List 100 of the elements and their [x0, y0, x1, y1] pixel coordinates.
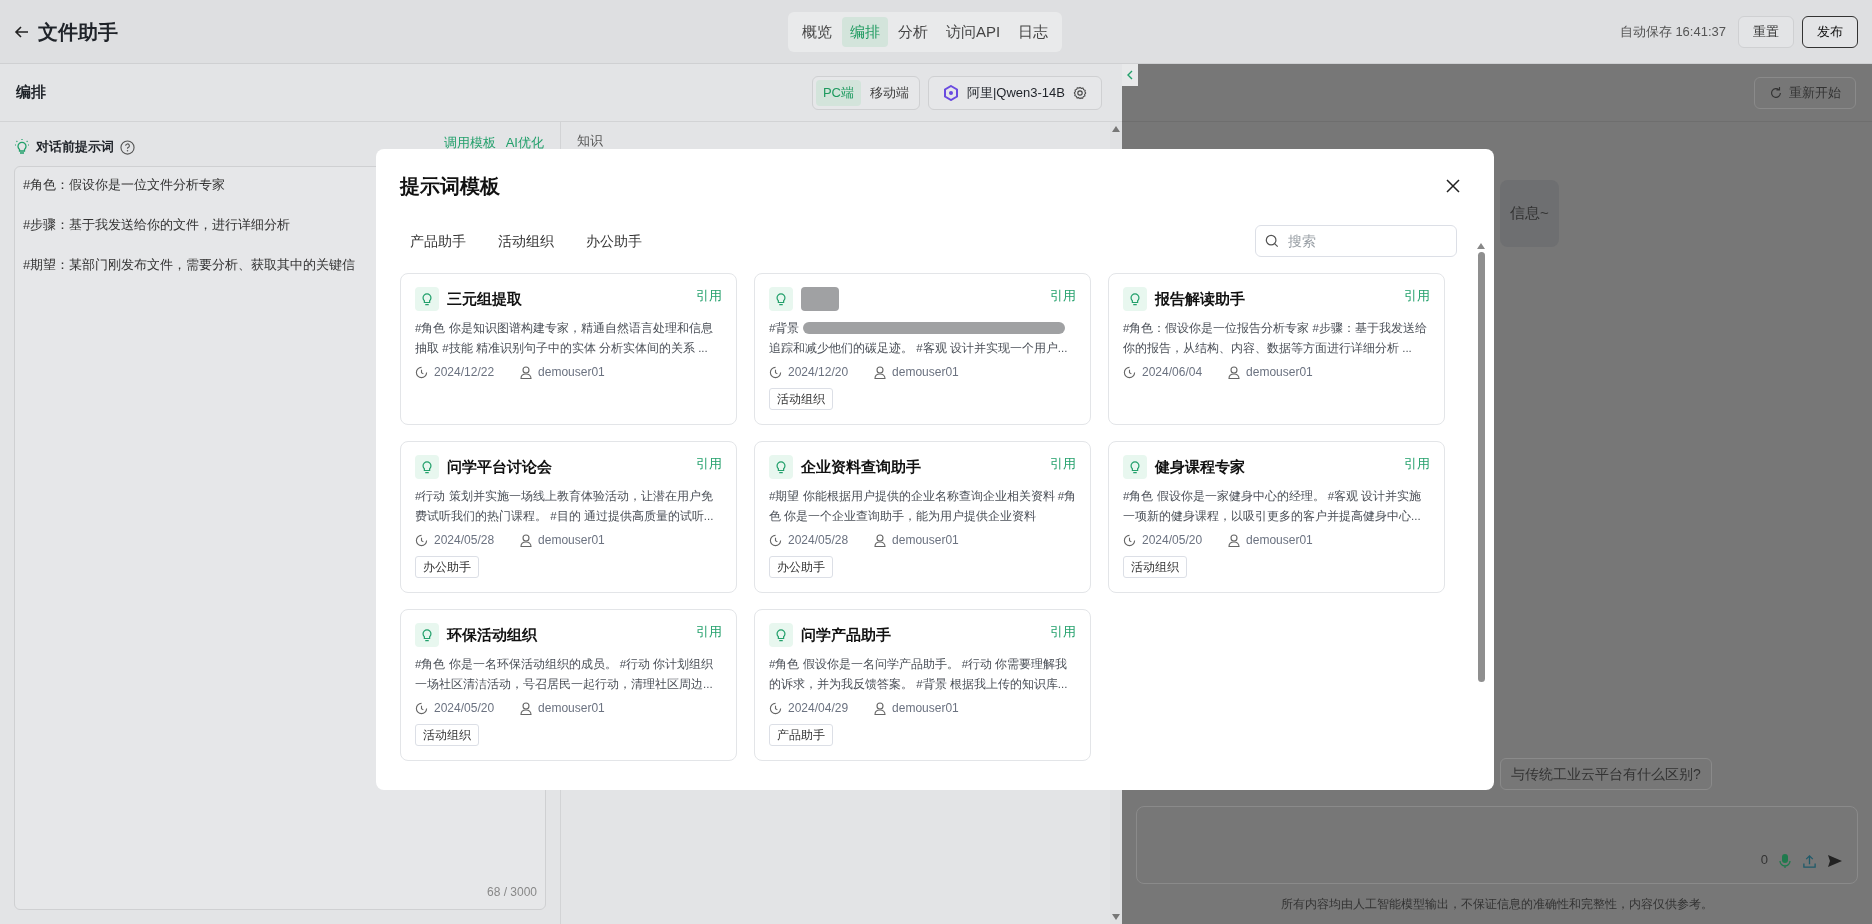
- clock-icon: [769, 701, 782, 715]
- use-link[interactable]: 引用: [1404, 454, 1430, 474]
- card-tag: 产品助手: [769, 724, 833, 746]
- category-tab[interactable]: 产品助手: [400, 225, 476, 257]
- clock-icon: [415, 533, 428, 547]
- back-arrow-icon[interactable]: [14, 23, 30, 40]
- user-icon: [520, 365, 533, 379]
- user-icon: [1228, 533, 1241, 547]
- user-icon: [520, 701, 533, 715]
- template-card[interactable]: 环保活动组织 引用 #角色 你是一名环保活动组织的成员。 #行动 你计划组织一场社区清洁活动，号召居民一起行动，清理社区周边... 2024/05/20 demouser01 活动组织: [400, 609, 737, 761]
- template-card[interactable]: 问学产品助手 引用 #角色 假设你是一名问学产品助手。 #行动 你需要理解我的诉求，并为我反馈答案。 #背景 根据我上传的知识库... 2024/04/29 demouser01 产品助手: [754, 609, 1091, 761]
- header-button[interactable]: 重置: [1738, 15, 1794, 48]
- card-description: #角色：假设你是一位报告分析专家 #步骤：基于我发送给你的报告，从结构、内容、数据等方面进行详细分析 ...: [1123, 321, 1428, 356]
- template-card[interactable]: 企业资料查询助手 引用 #期望 你能根据用户提供的企业名称查询企业相关资料 #角色 你是一个企业查询助手，能为用户提供企业资料 2024/05/28 demouser01 办公助手: [754, 441, 1091, 593]
- category-tab[interactable]: 办公助手: [576, 225, 652, 257]
- lightbulb-icon: [415, 455, 439, 479]
- use-link[interactable]: 引用: [696, 622, 722, 642]
- template-card[interactable]: 三元组提取 引用 #角色 你是知识图谱构建专家，精通自然语言处理和信息抽取 #技能 精准识别句子中的实体 分析实体间的关系 ... 2024/12/22 demouser01: [400, 273, 737, 425]
- card-date: 2024/05/20: [434, 700, 495, 717]
- user-icon: [874, 365, 887, 379]
- clock-icon: [415, 365, 428, 379]
- card-tag: 活动组织: [1123, 556, 1187, 578]
- template-card[interactable]: 引用 #背景 追踪和减少他们的碳足迹。 #客观 设计并实现一个用户... 2024/12/20 demouser01 活动组织: [754, 273, 1091, 425]
- dialog-title: 提示词模板: [400, 174, 500, 199]
- card-author: demouser01: [892, 364, 959, 381]
- card-description: #期望 你能根据用户提供的企业名称查询企业相关资料 #角色 你是一个企业查询助手，能为用户提供企业资料: [769, 489, 1077, 524]
- card-title: 三元组提取: [447, 288, 522, 309]
- card-author: demouser01: [892, 700, 959, 717]
- panel-title: 知识: [577, 133, 603, 148]
- card-description: 追踪和减少他们的碳足迹。 #客观 设计并实现一个用户...: [769, 341, 1069, 356]
- nav-tab[interactable]: 概览: [794, 17, 840, 47]
- lightbulb-icon: [769, 455, 793, 479]
- input-counter: 0: [1760, 850, 1768, 869]
- clock-icon: [415, 701, 428, 715]
- card-date: 2024/05/28: [788, 532, 849, 549]
- lightbulb-icon: [769, 287, 793, 311]
- chevron-left-icon: [1127, 70, 1133, 80]
- template-card[interactable]: 问学平台讨论会 引用 #行动 策划并实施一场线上教育体验活动，让潜在用户免费试听我们的热门课程。 #目的 通过提供高质量的试听... 2024/05/28 demouser01 办公助手: [400, 441, 737, 593]
- template-card[interactable]: 健身课程专家 引用 #角色 假设你是一家健身中心的经理。 #客观 设计并实施一项新的健身课程，以吸引更多的客户并提高健身中心... 2024/05/20 demouser01 活动组织: [1108, 441, 1445, 593]
- use-link[interactable]: 引用: [696, 286, 722, 306]
- lightbulb-icon: [415, 623, 439, 647]
- card-title: 环保活动组织: [447, 624, 537, 645]
- user-icon: [874, 701, 887, 715]
- card-title: 企业资料查询助手: [801, 456, 921, 477]
- card-description: #背景: [769, 321, 800, 336]
- clock-icon: [1123, 365, 1136, 379]
- card-author: demouser01: [1246, 532, 1313, 549]
- nav-tab[interactable]: 分析: [890, 17, 936, 47]
- user-icon: [1228, 365, 1241, 379]
- send-icon[interactable]: [1827, 853, 1843, 869]
- card-date: 2024/12/22: [434, 364, 495, 381]
- use-link[interactable]: 引用: [1404, 286, 1430, 306]
- card-title: 问学产品助手: [801, 624, 891, 645]
- user-icon: [874, 533, 887, 547]
- section-title: 编排: [16, 82, 46, 103]
- template-card[interactable]: 报告解读助手 引用 #角色：假设你是一位报告分析专家 #步骤：基于我发送给你的报告，从结构、内容、数据等方面进行详细分析 ... 2024/06/04 demouser01: [1108, 273, 1445, 425]
- prompt-text: #角色：假设你是一位文件分析专家 #步骤：基于我发送给你的文件，进行详细分析 #期望：某部门刚发布文件，需要分析、获取其中的关键信: [23, 176, 356, 274]
- restart-icon: [1769, 85, 1783, 100]
- panel-title: 对话前提示词: [36, 138, 114, 157]
- card-title: 报告解读助手: [1155, 288, 1245, 309]
- clock-icon: [769, 533, 782, 547]
- nav-tab[interactable]: 日志: [1010, 17, 1057, 47]
- help-icon[interactable]: [120, 139, 135, 155]
- use-link[interactable]: 引用: [696, 454, 722, 474]
- search-icon: [1265, 234, 1279, 248]
- use-link[interactable]: 引用: [1050, 286, 1076, 306]
- card-date: 2024/04/29: [788, 700, 849, 717]
- card-tag: 办公助手: [769, 556, 833, 578]
- lightbulb-icon: [1123, 287, 1147, 311]
- clock-icon: [1123, 533, 1136, 547]
- model-logo-icon: [942, 84, 959, 101]
- card-tag: 办公助手: [415, 556, 479, 578]
- card-description: #角色 假设你是一名问学产品助手。 #行动 你需要理解我的诉求，并为我反馈答案。 #背景 根据我上传的知识库...: [769, 657, 1069, 692]
- close-icon[interactable]: [1446, 179, 1460, 193]
- lightbulb-icon: [14, 139, 30, 155]
- card-author: demouser01: [1246, 364, 1313, 381]
- card-description: #角色 假设你是一家健身中心的经理。 #客观 设计并实施一项新的健身课程，以吸引更多的客户并提高健身中心...: [1123, 489, 1423, 524]
- lightbulb-icon: [769, 623, 793, 647]
- disclaimer-text: 所有内容均由人工智能模型输出，不保证信息的准确性和完整性，内容仅供参考。: [1281, 896, 1713, 913]
- card-title: 健身课程专家: [1155, 456, 1245, 477]
- card-tag: 活动组织: [415, 724, 479, 746]
- use-link[interactable]: 引用: [1050, 454, 1076, 474]
- use-link[interactable]: 引用: [1050, 622, 1076, 642]
- autosave-status: 自动保存 16:41:37: [1619, 22, 1726, 41]
- clock-icon: [769, 365, 782, 379]
- collapse-button[interactable]: [1122, 64, 1138, 86]
- card-date: 2024/05/20: [1142, 532, 1203, 549]
- card-date: 2024/06/04: [1142, 364, 1203, 381]
- header-button[interactable]: 发布: [1802, 15, 1858, 48]
- search-field[interactable]: 搜索: [1255, 225, 1457, 257]
- card-date: 2024/12/20: [788, 364, 849, 381]
- character-counter: 68 / 3000: [486, 884, 537, 901]
- nav-tab[interactable]: 访问API: [938, 17, 1009, 47]
- settings-icon: [1073, 85, 1087, 100]
- card-tag: 活动组织: [769, 388, 833, 410]
- user-icon: [520, 533, 533, 547]
- model-selector[interactable]: 阿里|Qwen3-14B: [927, 75, 1102, 110]
- lightbulb-icon: [1123, 455, 1147, 479]
- lightbulb-icon: [415, 287, 439, 311]
- device-tab[interactable]: 移动端: [862, 79, 916, 106]
